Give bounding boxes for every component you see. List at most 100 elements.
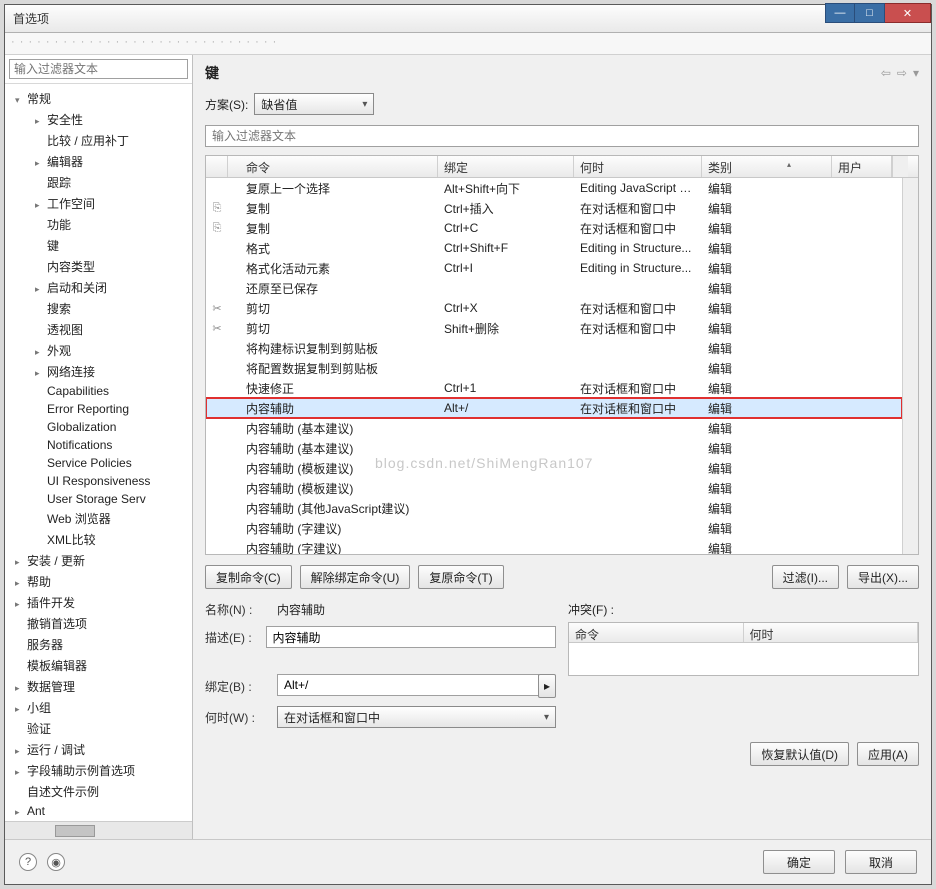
table-row[interactable]: 快速修正Ctrl+1在对话框和窗口中编辑 bbox=[206, 378, 902, 398]
bind-label: 绑定(B) : bbox=[205, 678, 269, 695]
table-row[interactable]: 格式化活动元素Ctrl+IEditing in Structure...编辑 bbox=[206, 258, 902, 278]
table-row[interactable]: 内容辅助 (基本建议)编辑 bbox=[206, 438, 902, 458]
tree-item[interactable]: Error Reporting bbox=[5, 400, 192, 418]
table-row[interactable]: 内容辅助 (字建议)编辑 bbox=[206, 518, 902, 538]
table-row[interactable]: 内容辅助 (字建议)编辑 bbox=[206, 538, 902, 554]
tree-item[interactable]: ▸安装 / 更新 bbox=[5, 550, 192, 571]
binding-dropdown-icon[interactable]: ▸ bbox=[538, 674, 556, 698]
col-category[interactable]: 类别 bbox=[702, 156, 832, 177]
maximize-button[interactable]: □ bbox=[855, 3, 885, 23]
tree-item[interactable]: XML比较 bbox=[5, 529, 192, 550]
table-row[interactable]: ✂剪切Shift+删除在对话框和窗口中编辑 bbox=[206, 318, 902, 338]
tree-item[interactable]: Service Policies bbox=[5, 454, 192, 472]
col-user[interactable]: 用户 bbox=[832, 156, 892, 177]
name-value: 内容辅助 bbox=[277, 601, 556, 618]
tree-item[interactable]: 搜索 bbox=[5, 298, 192, 319]
tree-item[interactable]: ▸编辑器 bbox=[5, 151, 192, 172]
apply-button[interactable]: 应用(A) bbox=[857, 742, 919, 766]
table-row[interactable]: 内容辅助Alt+/在对话框和窗口中编辑 bbox=[206, 398, 902, 418]
table-row[interactable]: ✂剪切Ctrl+X在对话框和窗口中编辑 bbox=[206, 298, 902, 318]
tree-item[interactable]: 自述文件示例 bbox=[5, 781, 192, 802]
menu-icon[interactable]: ▾ bbox=[913, 66, 919, 80]
category-tree[interactable]: ▾常规▸安全性比较 / 应用补丁▸编辑器跟踪▸工作空间功能键内容类型▸启动和关闭… bbox=[5, 84, 192, 821]
table-row[interactable]: 内容辅助 (其他JavaScript建议)编辑 bbox=[206, 498, 902, 518]
sidebar-hscroll[interactable] bbox=[5, 821, 192, 839]
table-row[interactable]: 格式Ctrl+Shift+FEditing in Structure...编辑 bbox=[206, 238, 902, 258]
binding-input[interactable] bbox=[277, 674, 539, 696]
tree-item[interactable]: ▸插件开发 bbox=[5, 592, 192, 613]
tree-item[interactable]: 透视图 bbox=[5, 319, 192, 340]
when-combo[interactable]: 在对话框和窗口中 bbox=[277, 706, 556, 728]
tree-item[interactable]: ▸运行 / 调试 bbox=[5, 739, 192, 760]
tree-item[interactable]: 键 bbox=[5, 235, 192, 256]
tree-item[interactable]: 服务器 bbox=[5, 634, 192, 655]
tree-item[interactable]: 撤销首选项 bbox=[5, 613, 192, 634]
tree-item[interactable]: ▸工作空间 bbox=[5, 193, 192, 214]
tree-item[interactable]: ▸字段辅助示例首选项 bbox=[5, 760, 192, 781]
close-button[interactable]: ✕ bbox=[885, 3, 931, 23]
tree-item[interactable]: UI Responsiveness bbox=[5, 472, 192, 490]
tree-item[interactable]: Capabilities bbox=[5, 382, 192, 400]
tree-item[interactable]: ▸小组 bbox=[5, 697, 192, 718]
unbind-command-button[interactable]: 解除绑定命令(U) bbox=[300, 565, 411, 589]
conflict-col-cmd[interactable]: 命令 bbox=[569, 623, 744, 642]
filters-button[interactable]: 过滤(I)... bbox=[772, 565, 839, 589]
cancel-button[interactable]: 取消 bbox=[845, 850, 917, 874]
copy-icon: ⎘ bbox=[206, 201, 228, 216]
tree-item[interactable]: ▸帮助 bbox=[5, 571, 192, 592]
tree-item[interactable]: Notifications bbox=[5, 436, 192, 454]
table-row[interactable]: 内容辅助 (模板建议)编辑 bbox=[206, 458, 902, 478]
table-row[interactable]: ⎘复制Ctrl+插入在对话框和窗口中编辑 bbox=[206, 198, 902, 218]
row-icon bbox=[206, 367, 228, 369]
tree-item[interactable]: ▸启动和关闭 bbox=[5, 277, 192, 298]
table-row[interactable]: ⎘复制Ctrl+C在对话框和窗口中编辑 bbox=[206, 218, 902, 238]
tree-item[interactable]: 内容类型 bbox=[5, 256, 192, 277]
forward-icon[interactable]: ⇨ bbox=[897, 66, 907, 80]
back-icon[interactable]: ⇦ bbox=[881, 66, 891, 80]
dialog-footer: ? ◉ 确定 取消 bbox=[5, 839, 931, 884]
help-icon[interactable]: ? bbox=[19, 853, 37, 871]
row-icon bbox=[206, 427, 228, 429]
col-command[interactable]: 命令 bbox=[228, 156, 438, 177]
tree-item[interactable]: ▸数据管理 bbox=[5, 676, 192, 697]
record-icon[interactable]: ◉ bbox=[47, 853, 65, 871]
table-row[interactable]: 复原上一个选择Alt+Shift+向下Editing JavaScript S.… bbox=[206, 178, 902, 198]
col-when[interactable]: 何时 bbox=[574, 156, 702, 177]
conflict-col-when[interactable]: 何时 bbox=[744, 623, 919, 642]
tree-item[interactable]: Web 浏览器 bbox=[5, 508, 192, 529]
conflict-table: 命令 何时 bbox=[568, 622, 919, 676]
table-row[interactable]: 将配置数据复制到剪贴板编辑 bbox=[206, 358, 902, 378]
table-row[interactable]: 内容辅助 (模板建议)编辑 bbox=[206, 478, 902, 498]
sidebar-filter-input[interactable] bbox=[9, 59, 188, 79]
minimize-button[interactable]: — bbox=[825, 3, 855, 23]
ok-button[interactable]: 确定 bbox=[763, 850, 835, 874]
tree-item[interactable]: 功能 bbox=[5, 214, 192, 235]
description-input[interactable] bbox=[266, 626, 556, 648]
restore-defaults-button[interactable]: 恢复默认值(D) bbox=[750, 742, 849, 766]
col-binding[interactable]: 绑定 bbox=[438, 156, 574, 177]
copy-command-button[interactable]: 复制命令(C) bbox=[205, 565, 292, 589]
tree-item[interactable]: 比较 / 应用补丁 bbox=[5, 130, 192, 151]
desc-label: 描述(E) : bbox=[205, 629, 258, 646]
table-header[interactable]: 命令 绑定 何时 类别 用户 bbox=[206, 156, 918, 178]
titlebar[interactable]: 首选项 — □ ✕ bbox=[5, 5, 931, 33]
table-row[interactable]: 将构建标识复制到剪贴板编辑 bbox=[206, 338, 902, 358]
table-vscroll[interactable] bbox=[902, 178, 918, 554]
tree-item[interactable]: 模板编辑器 bbox=[5, 655, 192, 676]
tree-item[interactable]: ▸Ant bbox=[5, 802, 192, 820]
tree-item[interactable]: ▸外观 bbox=[5, 340, 192, 361]
tree-item[interactable]: 验证 bbox=[5, 718, 192, 739]
tree-item[interactable]: User Storage Serv bbox=[5, 490, 192, 508]
tree-item[interactable]: Globalization bbox=[5, 418, 192, 436]
restore-command-button[interactable]: 复原命令(T) bbox=[418, 565, 503, 589]
row-icon bbox=[206, 247, 228, 249]
tree-item[interactable]: 跟踪 bbox=[5, 172, 192, 193]
scheme-combo[interactable]: 缺省值 bbox=[254, 93, 374, 115]
tree-item[interactable]: ▸安全性 bbox=[5, 109, 192, 130]
export-button[interactable]: 导出(X)... bbox=[847, 565, 919, 589]
table-row[interactable]: 内容辅助 (基本建议)编辑 bbox=[206, 418, 902, 438]
table-row[interactable]: 还原至已保存编辑 bbox=[206, 278, 902, 298]
table-filter-input[interactable] bbox=[205, 125, 919, 147]
tree-item[interactable]: ▾常规 bbox=[5, 88, 192, 109]
tree-item[interactable]: ▸网络连接 bbox=[5, 361, 192, 382]
